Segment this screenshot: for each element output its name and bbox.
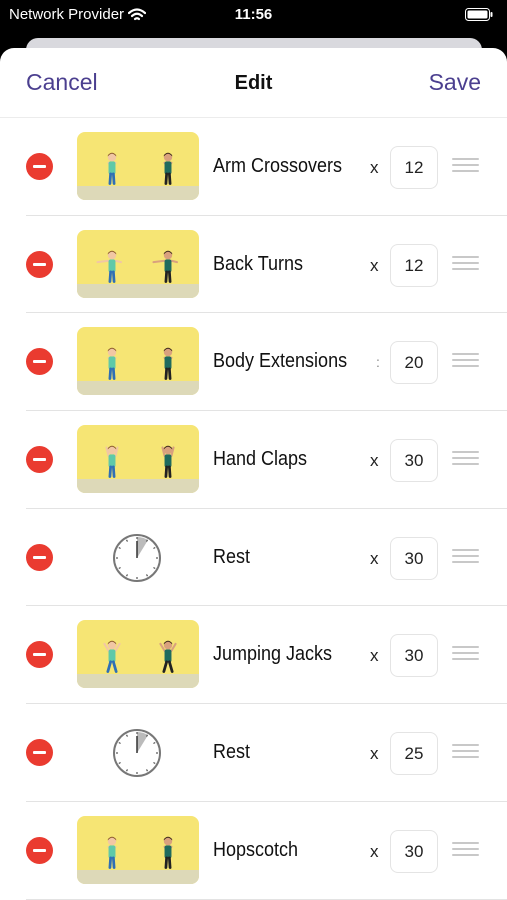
times-symbol: x	[370, 451, 379, 471]
exercise-name: Jumping Jacks	[213, 643, 333, 666]
delete-button[interactable]	[26, 836, 53, 864]
exercise-thumbnail	[77, 815, 199, 884]
count-input[interactable]: 12	[390, 243, 438, 287]
delete-button[interactable]	[26, 348, 53, 376]
delete-button[interactable]	[26, 250, 53, 278]
exercise-list: Arm Crossovers x 12 Back Turns x 12 Body…	[0, 118, 507, 900]
times-symbol: x	[370, 646, 379, 666]
exercise-row: Body Extensions : 20	[0, 313, 507, 411]
delete-button[interactable]	[26, 641, 53, 669]
nav-bar: Cancel Edit Save	[0, 48, 507, 118]
exercise-name: Body Extensions	[213, 350, 348, 373]
status-time: 11:56	[234, 6, 273, 23]
minus-icon	[33, 165, 46, 168]
minus-icon	[33, 555, 46, 559]
minus-icon	[33, 262, 46, 266]
edit-sheet: Cancel Edit Save Arm Crossovers x 12 Bac…	[0, 48, 507, 900]
clock-icon	[113, 729, 161, 778]
drag-handle-icon[interactable]	[452, 548, 479, 565]
exercise-name: Hopscotch	[213, 838, 299, 861]
clock-icon	[113, 533, 161, 582]
exercise-thumbnail	[77, 132, 199, 200]
drag-handle-icon[interactable]	[452, 158, 479, 174]
times-symbol: x	[370, 158, 379, 177]
count-input[interactable]: 30	[390, 536, 438, 580]
exercise-row: Rest x 25	[0, 704, 507, 802]
delete-button[interactable]	[26, 739, 53, 767]
exercise-name: Rest	[213, 545, 251, 568]
exercise-name: Rest	[213, 741, 251, 764]
exercise-thumbnail	[77, 229, 199, 298]
exercise-name: Hand Claps	[213, 448, 308, 471]
exercise-name: Back Turns	[213, 252, 304, 275]
times-symbol: :	[376, 354, 380, 371]
times-symbol: x	[370, 744, 379, 764]
count-input[interactable]: 12	[390, 146, 438, 189]
exercise-name: Arm Crossovers	[213, 155, 343, 177]
minus-icon	[33, 751, 46, 755]
battery-icon	[465, 8, 493, 25]
drag-handle-icon[interactable]	[452, 353, 479, 369]
exercise-thumbnail	[77, 327, 199, 396]
drag-handle-icon[interactable]	[452, 744, 479, 760]
exercise-thumbnail	[77, 620, 199, 689]
status-bar: Network Provider 11:56	[0, 0, 507, 30]
drag-handle-icon[interactable]	[452, 451, 479, 467]
count-input[interactable]: 30	[390, 439, 438, 483]
exercise-thumbnail	[77, 425, 199, 494]
count-input[interactable]: 25	[390, 732, 438, 776]
times-symbol: x	[370, 548, 379, 568]
drag-handle-icon[interactable]	[452, 646, 479, 662]
save-button[interactable]: Save	[429, 69, 481, 96]
exercise-row: Hand Claps x 30	[0, 411, 507, 509]
exercise-row: Jumping Jacks x 30	[0, 606, 507, 704]
exercise-row: Rest x 30	[0, 509, 507, 607]
times-symbol: x	[370, 255, 379, 275]
minus-icon	[33, 848, 46, 852]
exercise-row: Hopscotch x 30	[0, 802, 507, 900]
count-input[interactable]: 20	[390, 341, 438, 385]
minus-icon	[33, 360, 46, 364]
exercise-row: Back Turns x 12	[0, 216, 507, 314]
drag-handle-icon[interactable]	[452, 255, 479, 272]
delete-button[interactable]	[26, 153, 53, 180]
count-input[interactable]: 30	[390, 829, 438, 873]
delete-button[interactable]	[26, 543, 53, 571]
minus-icon	[33, 653, 46, 657]
count-input[interactable]: 30	[390, 634, 438, 678]
drag-handle-icon[interactable]	[452, 841, 479, 858]
exercise-row: Arm Crossovers x 12	[0, 118, 507, 216]
times-symbol: x	[370, 841, 379, 861]
delete-button[interactable]	[26, 446, 53, 474]
minus-icon	[33, 458, 46, 462]
